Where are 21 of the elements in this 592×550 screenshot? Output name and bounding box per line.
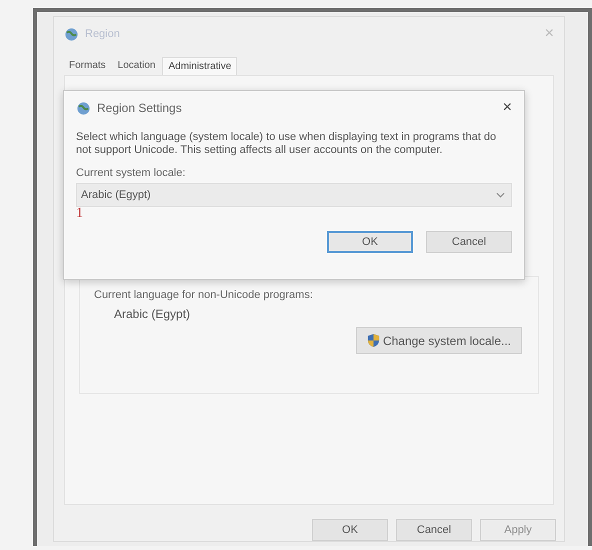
shield-icon — [366, 333, 380, 348]
dialog-button[interactable]: Cancel — [396, 519, 472, 541]
dialog-button[interactable]: OK — [312, 519, 388, 541]
locale-label: Current system locale: — [76, 167, 186, 179]
dialog-button[interactable]: OK — [327, 231, 413, 253]
annotation-mark: 1 — [76, 207, 83, 221]
locale-dropdown[interactable]: Arabic (Egypt) — [76, 183, 512, 207]
close-button[interactable]: × — [502, 99, 512, 117]
description-text: Select which language (system locale) to use when displaying text in programs that do not support Unicode. This setting affects all user accounts on the computer. — [76, 131, 498, 157]
group-heading: Current language for non-Unicode programs: — [94, 289, 314, 301]
globe-icon — [64, 26, 79, 42]
chevron-down-icon — [496, 192, 505, 198]
tab[interactable]: Administrative — [162, 57, 238, 75]
tab[interactable]: Location — [112, 57, 160, 75]
globe-icon — [76, 100, 91, 116]
change-locale-button[interactable]: Change system locale... — [356, 327, 522, 354]
dialog-title: Region Settings — [97, 101, 183, 115]
tab[interactable]: Formats — [64, 57, 111, 75]
dialog-button[interactable]: Cancel — [426, 231, 512, 253]
language-value: Arabic (Egypt) — [114, 307, 192, 321]
window-title: Region — [85, 28, 121, 40]
